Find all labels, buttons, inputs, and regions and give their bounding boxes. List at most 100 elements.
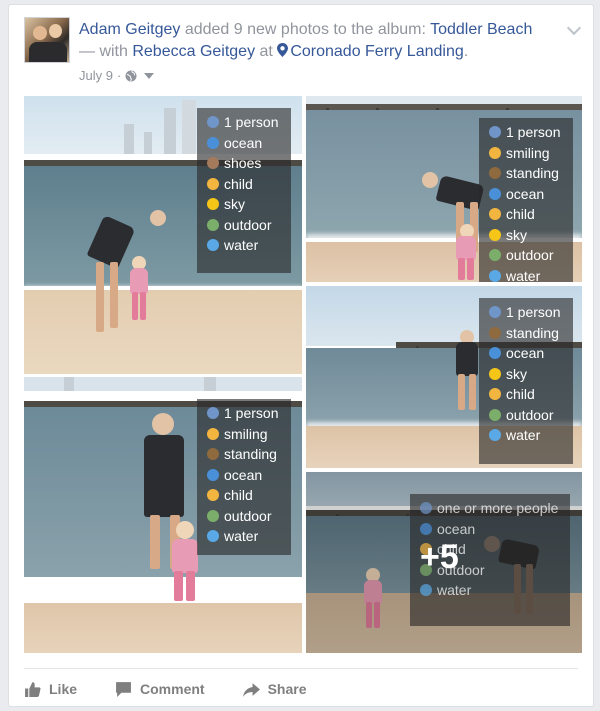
author-avatar[interactable]	[24, 17, 70, 63]
person-icon	[207, 407, 219, 420]
album-photo-2[interactable]: 1 person smiling standing ocean child sk…	[306, 96, 582, 282]
smile-icon	[207, 427, 219, 440]
post-headline: Adam Geitgey added 9 new photos to the a…	[79, 19, 559, 63]
tag-item: 1 person	[489, 302, 567, 323]
at-text: at	[255, 43, 278, 60]
tag-label: water	[437, 582, 472, 598]
droplet-icon	[489, 429, 501, 442]
tag-label: sky	[224, 196, 245, 212]
tag-label: ocean	[506, 185, 545, 202]
wave-icon	[489, 187, 501, 200]
droplet-icon	[489, 269, 501, 282]
tag-label: outdoor	[506, 406, 554, 423]
more-photos-count[interactable]: +5	[420, 538, 459, 577]
wave-icon	[207, 468, 219, 481]
author-link[interactable]: Adam Geitgey	[79, 21, 180, 38]
album-link[interactable]: Toddler Beach	[430, 21, 532, 38]
landscape-icon	[207, 218, 219, 231]
tag-label: sky	[506, 226, 527, 243]
comment-button[interactable]: Comment	[115, 675, 205, 703]
tag-item: water	[207, 235, 285, 256]
tag-label: smiling	[224, 425, 268, 442]
tag-item: smiling	[489, 143, 567, 164]
tag-item: standing	[489, 323, 567, 344]
tag-item: sky	[489, 225, 567, 246]
chevron-down-icon[interactable]	[566, 20, 582, 36]
person-icon	[420, 502, 432, 515]
child-face-icon	[489, 208, 501, 221]
sun-icon	[207, 198, 219, 211]
comment-label: Comment	[140, 681, 205, 697]
tag-label: water	[224, 237, 259, 253]
standing-person-icon	[489, 326, 501, 339]
tag-label: standing	[506, 324, 559, 341]
tag-item: outdoor	[207, 215, 285, 236]
share-button[interactable]: Share	[242, 675, 307, 703]
tag-label: 1 person	[224, 405, 279, 421]
tag-item: outdoor	[489, 405, 567, 426]
tagged-person-link[interactable]: Rebecca Geitgey	[132, 43, 255, 60]
action-divider	[24, 668, 578, 669]
wave-icon	[207, 136, 219, 149]
like-button[interactable]: Like	[24, 675, 77, 703]
child-face-icon	[207, 177, 219, 190]
photo-tag-overlay: 1 person smiling standing ocean child ou…	[197, 399, 291, 555]
like-label: Like	[49, 681, 78, 697]
album-photo-4[interactable]: 1 person smiling standing ocean child ou…	[24, 377, 302, 653]
person-icon	[489, 126, 501, 139]
tag-label: outdoor	[224, 507, 272, 524]
period: .	[463, 43, 469, 60]
post-action-bar: Like Comment Share	[24, 675, 307, 703]
album-photo-3[interactable]: 1 person standing ocean sky child outdoo…	[306, 286, 582, 468]
tag-label: one or more people	[437, 500, 559, 516]
tag-label: child	[506, 206, 535, 222]
photo-tag-overlay: 1 person ocean shoes child sky outdoor w…	[197, 108, 291, 273]
meta-separator: ·	[116, 68, 122, 83]
tag-label: ocean	[224, 134, 263, 151]
landscape-icon	[489, 408, 501, 421]
tag-item: ocean	[489, 343, 567, 364]
album-photo-5-more[interactable]: one or more people ocean child outdoor w…	[306, 472, 582, 653]
with-text: — with	[79, 43, 133, 60]
comment-bubble-icon	[116, 681, 131, 697]
photo-tag-overlay: 1 person standing ocean sky child outdoo…	[479, 298, 573, 464]
shoe-icon	[207, 157, 219, 170]
tag-item: smiling	[207, 424, 285, 445]
tag-label: standing	[506, 165, 559, 181]
tag-item: one or more people	[420, 498, 564, 519]
sun-icon	[489, 367, 501, 380]
share-label: Share	[267, 681, 307, 697]
tag-label: ocean	[224, 466, 263, 483]
map-pin-icon	[277, 43, 289, 57]
share-arrow-icon	[242, 682, 260, 697]
privacy-caret-icon[interactable]	[144, 72, 155, 79]
tag-item: 1 person	[207, 403, 285, 424]
tag-item: water	[489, 425, 567, 446]
tag-label: water	[506, 267, 541, 283]
tag-item: standing	[489, 163, 567, 184]
tag-label: standing	[224, 446, 277, 462]
tag-item: child	[489, 384, 567, 405]
tag-item: 1 person	[489, 122, 567, 143]
globe-icon[interactable]	[125, 70, 137, 82]
tag-item: water	[207, 526, 285, 547]
tag-label: shoes	[224, 155, 262, 171]
tag-item: outdoor	[207, 506, 285, 527]
place-link[interactable]: Coronado Ferry Landing	[290, 43, 463, 60]
post-meta: July 9 ·	[79, 68, 155, 83]
droplet-icon	[207, 530, 219, 543]
tag-item: outdoor	[489, 245, 567, 266]
album-photo-1[interactable]: 1 person ocean shoes child sky outdoor w…	[24, 96, 302, 374]
thumbs-up-icon	[25, 681, 41, 697]
tag-label: 1 person	[506, 124, 561, 140]
post-date[interactable]: July 9	[79, 68, 113, 83]
tag-item: ocean	[420, 519, 564, 540]
tag-item: ocean	[489, 184, 567, 205]
tag-item: child	[207, 485, 285, 506]
landscape-icon	[489, 249, 501, 262]
tag-item: 1 person	[207, 112, 285, 133]
tag-label: sky	[506, 365, 527, 382]
tag-label: water	[224, 528, 259, 544]
tag-label: ocean	[506, 345, 545, 361]
tag-item: standing	[207, 444, 285, 465]
